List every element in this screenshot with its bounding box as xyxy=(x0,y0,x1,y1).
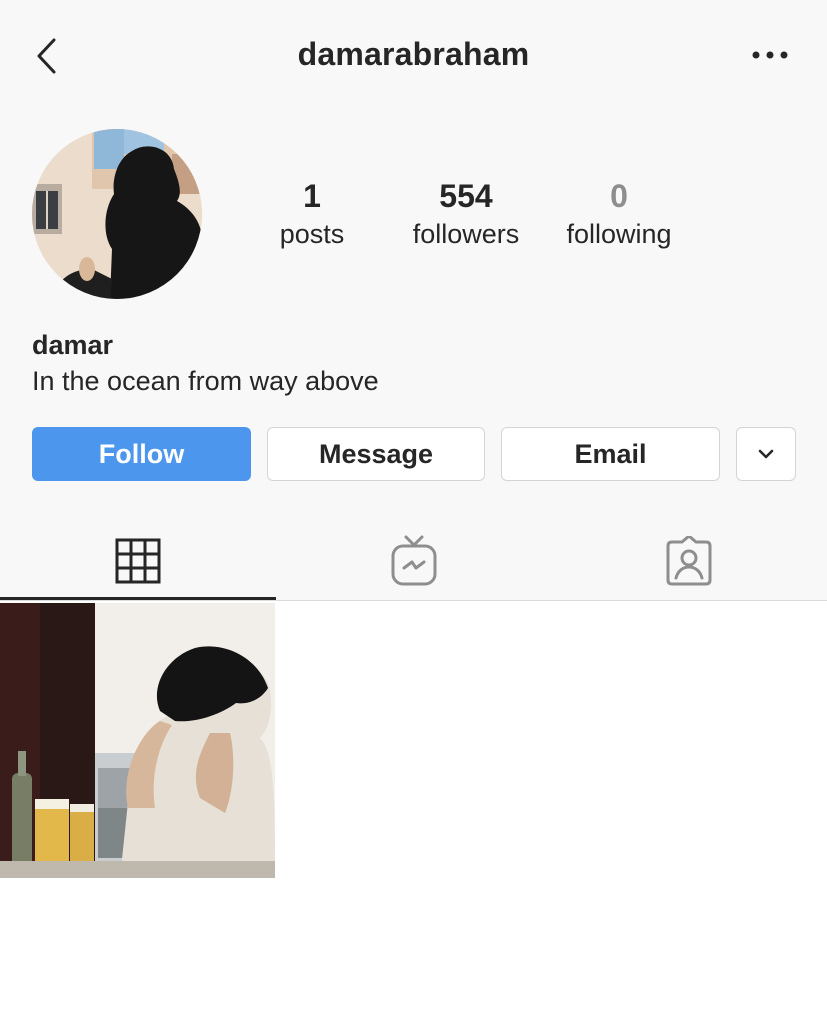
avatar[interactable] xyxy=(32,129,202,299)
more-dots-icon xyxy=(752,51,788,59)
profile-page: damarabraham 1 posts 554 followers 0 fol… xyxy=(0,0,827,1018)
chevron-down-icon xyxy=(758,449,774,459)
followers-count[interactable]: 554 followers xyxy=(396,176,536,252)
posts-label: posts xyxy=(279,219,345,249)
avatar-photo xyxy=(32,129,202,299)
following-count[interactable]: 0 following xyxy=(552,176,686,252)
posts-value: 1 xyxy=(303,178,321,214)
suggested-accounts-button[interactable] xyxy=(736,427,796,481)
grid-icon xyxy=(115,538,161,584)
followers-label: followers xyxy=(412,219,520,249)
bio-text: In the ocean from way above xyxy=(32,366,379,396)
post-photo xyxy=(0,603,275,878)
tagged-icon xyxy=(666,536,712,586)
following-label: following xyxy=(566,219,672,249)
profile-tabs xyxy=(0,522,827,600)
display-name: damar xyxy=(32,330,114,360)
follow-button[interactable]: Follow xyxy=(32,427,251,481)
more-options-button[interactable] xyxy=(742,40,798,70)
following-value: 0 xyxy=(610,178,628,214)
post-thumbnail[interactable] xyxy=(0,603,275,878)
profile-header: damarabraham 1 posts 554 followers 0 fol… xyxy=(0,0,827,601)
tab-tagged[interactable] xyxy=(551,522,827,600)
tabs-divider xyxy=(0,600,827,601)
page-title: damarabraham xyxy=(297,36,530,72)
posts-count: 1 posts xyxy=(262,176,362,252)
email-button[interactable]: Email xyxy=(501,427,720,481)
tab-igtv[interactable] xyxy=(276,522,551,600)
igtv-icon xyxy=(391,535,436,586)
tab-grid[interactable] xyxy=(0,522,276,600)
message-button[interactable]: Message xyxy=(267,427,485,481)
followers-value: 554 xyxy=(439,178,493,214)
